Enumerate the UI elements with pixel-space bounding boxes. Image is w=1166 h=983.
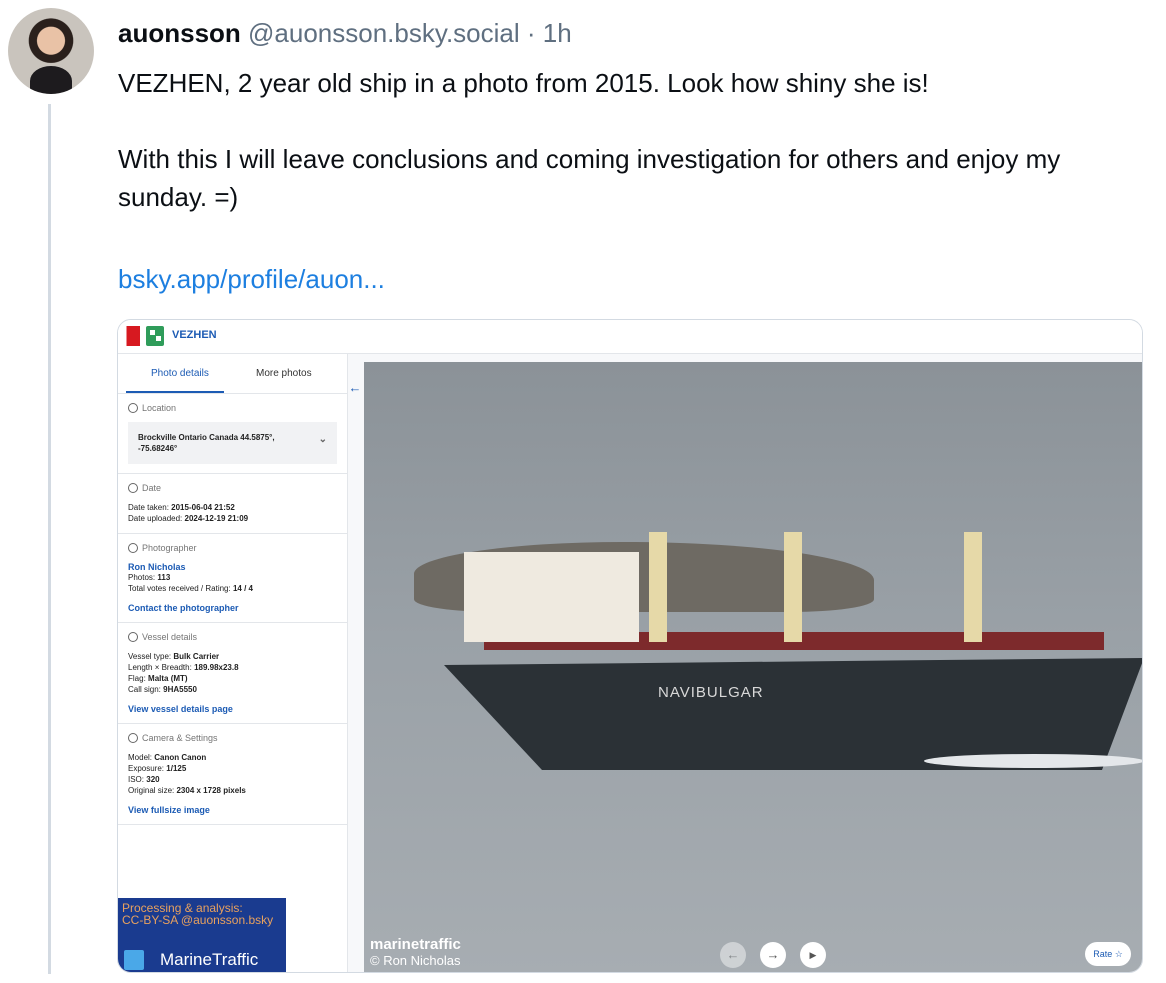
attribution-text: Processing & analysis: CC-BY-SA @auonsso… [122,902,273,926]
photos-row: Photos: 113 [128,572,337,583]
callsign-row: Call sign: 9HA5550 [128,684,337,695]
ship-crane [784,532,802,642]
field-label: Original size: [128,786,175,795]
field-value: 14 / 4 [232,584,253,593]
view-fullsize-link[interactable]: View fullsize image [128,805,337,815]
ship-crane [964,532,982,642]
back-arrow-icon[interactable]: ← [348,380,362,395]
ship-hull [444,658,1142,770]
ship-crane [649,532,667,642]
field-value: 189.98x23.8 [194,663,239,672]
field-value: Canon Canon [154,753,207,762]
avatar[interactable] [8,8,94,94]
vessel-name: VEZHEN [172,329,217,341]
author-name[interactable]: auonsson [118,18,241,48]
embed-topbar: VEZHEN [118,320,1142,354]
ship-icon [128,632,138,642]
field-value: 2304 x 1728 pixels [176,786,246,795]
author-handle[interactable]: @auonsson.bsky.social [248,18,520,48]
tab-more-photos[interactable]: More photos [256,368,312,379]
field-label: Date uploaded: [128,514,183,523]
vessel-details-link[interactable]: View vessel details page [128,704,337,714]
field-label: Total votes received / Rating: [128,584,231,593]
field-value: Malta (MT) [148,674,188,683]
post-link[interactable]: bsky.app/profile/auon... [118,260,385,298]
section-title: Camera & Settings [142,733,218,743]
image-embed[interactable]: VEZHEN Photo details More photos Locatio… [117,319,1143,973]
photographer-name[interactable]: Ron Nicholas [128,562,337,572]
next-photo-button[interactable]: → [760,942,786,968]
marinetraffic-brand: MarineTraffic [160,950,259,969]
contact-photographer-link[interactable]: Contact the photographer [128,603,337,613]
section-title: Photographer [142,543,197,553]
vessel-type-row: Vessel type: Bulk Carrier [128,651,337,662]
field-value: 1/125 [166,764,187,773]
chevron-down-icon: ⌄ [318,434,327,445]
attribution-overlay: Processing & analysis: CC-BY-SA @auonsso… [118,898,286,972]
photo-credit: marinetraffic © Ron Nicholas [370,936,461,968]
active-tab-underline [126,391,224,393]
attribution-line: CC-BY-SA @auonsson.bsky [122,913,274,927]
flag-row: Flag: Malta (MT) [128,673,337,684]
field-label: Flag: [128,674,146,683]
previous-photo-button[interactable]: ← [720,942,746,968]
field-label: Exposure: [128,764,165,773]
post-body: VEZHEN, 2 year old ship in a photo from … [118,64,1138,254]
panel-tabs: Photo details More photos [118,354,347,394]
location-pin-icon [128,403,138,413]
person-icon [128,543,138,553]
tab-photo-details[interactable]: Photo details [151,368,209,379]
section-title: Location [142,403,177,413]
vessel-section: Vessel details Vessel type: Bulk Carrier… [118,623,347,724]
post-paragraph: With this I will leave conclusions and c… [118,144,1061,212]
field-value: 2015-06-04 21:52 [171,503,235,512]
location-section: Location Brockville Ontario Canada 44.58… [118,394,347,474]
field-label: Length × Breadth: [128,663,192,672]
post-paragraph: VEZHEN, 2 year old ship in a photo from … [118,68,929,98]
clock-icon [128,483,138,493]
field-label: Model: [128,753,153,762]
thread-line [48,104,51,974]
field-label: Date taken: [128,503,169,512]
ship-superstructure [464,552,639,642]
section-title: Vessel details [142,632,198,642]
location-dropdown[interactable]: Brockville Ontario Canada 44.5875°, -75.… [128,422,337,464]
marinetraffic-app-icon [146,326,164,346]
model-row: Model: Canon Canon [128,752,337,763]
camera-icon [128,733,138,743]
dimensions-row: Length × Breadth: 189.98x23.8 [128,662,337,673]
field-label: Call sign: [128,685,161,694]
field-label: ISO: [128,775,145,784]
field-value: 9HA5550 [163,685,197,694]
photo-photographer: © Ron Nicholas [370,953,461,968]
photo-details-panel: Photo details More photos Location Brock… [118,354,348,972]
post-header: auonsson @auonsson.bsky.social · 1h [118,16,572,50]
ship-photo[interactable]: NAVIBULGAR [364,362,1142,972]
field-value: 113 [157,573,171,582]
photographer-section: Photographer Ron Nicholas Photos: 113 To… [118,534,347,623]
section-title: Date [142,483,162,493]
ship-wake [924,754,1142,768]
location-value: Brockville Ontario Canada 44.5875°, -75.… [138,433,275,453]
exposure-row: Exposure: 1/125 [128,763,337,774]
hull-lettering: NAVIBULGAR [658,684,764,701]
votes-row: Total votes received / Rating: 14 / 4 [128,583,337,594]
field-label: Vessel type: [128,652,172,661]
flag-icon [122,326,140,346]
marinetraffic-logo-icon [124,950,144,970]
play-slideshow-button[interactable]: ▶ [800,942,826,968]
field-label: Photos: [128,573,156,582]
field-value: 2024-12-19 21:09 [184,514,249,523]
camera-section: Camera & Settings Model: Canon Canon Exp… [118,724,347,825]
field-value: Bulk Carrier [173,652,220,661]
post-time[interactable]: · 1h [527,18,572,48]
photo-brand: marinetraffic [370,936,461,953]
date-section: Date Date taken: 2015-06-04 21:52 Date u… [118,474,347,534]
size-row: Original size: 2304 x 1728 pixels [128,785,337,796]
iso-row: ISO: 320 [128,774,337,785]
rate-button[interactable]: Rate ☆ [1085,942,1131,966]
date-taken-row: Date taken: 2015-06-04 21:52 [128,502,337,513]
field-value: 320 [146,775,160,784]
date-uploaded-row: Date uploaded: 2024-12-19 21:09 [128,513,337,524]
